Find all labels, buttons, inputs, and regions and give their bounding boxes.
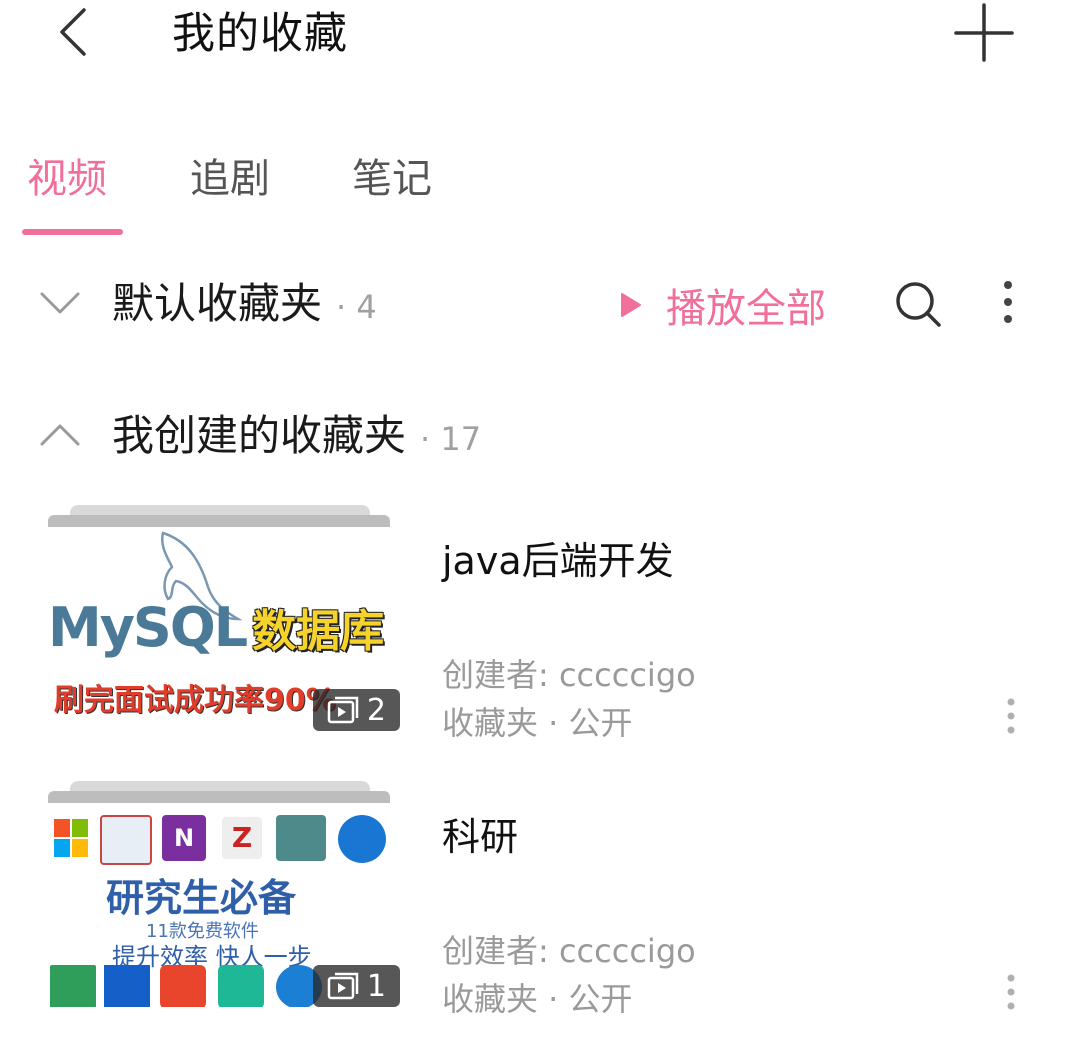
app-icon: [100, 815, 152, 865]
app-icon: [218, 965, 264, 1007]
item-more-button[interactable]: [996, 970, 1026, 1014]
item-more-button[interactable]: [996, 694, 1026, 738]
tab-active-indicator: [22, 229, 123, 235]
video-stack-icon: [327, 696, 359, 724]
plus-icon: [954, 3, 1014, 62]
tab-notes[interactable]: 笔记: [352, 152, 432, 206]
app-icon: [160, 965, 206, 1007]
chevron-down-icon: [40, 292, 80, 314]
more-vertical-icon: [1007, 974, 1015, 1010]
thumb-sub-text: 刷完面试成功率90%: [54, 683, 336, 718]
app-icon: [54, 819, 88, 859]
thumb-main-text: 研究生必备: [106, 876, 297, 920]
page-title: 我的收藏: [172, 9, 348, 59]
app-icon: [338, 815, 386, 863]
app-icon: [50, 965, 96, 1007]
play-all-label: 播放全部: [666, 286, 826, 332]
play-all-button[interactable]: 播放全部: [620, 277, 826, 333]
tab-series[interactable]: 追剧: [190, 152, 270, 206]
play-icon: [621, 293, 641, 317]
folder-item-title[interactable]: 科研: [442, 812, 518, 862]
app-icon: [104, 965, 150, 1007]
search-icon: [896, 282, 941, 327]
app-icon: [276, 815, 326, 861]
default-folder-header[interactable]: 默认收藏夹 · 4: [112, 276, 377, 335]
onenote-icon: N: [162, 815, 206, 861]
add-folder-button[interactable]: [950, 0, 1018, 66]
video-count-badge: 2: [312, 689, 400, 731]
created-folders-toggle[interactable]: [38, 420, 82, 454]
more-vertical-icon: [1007, 698, 1015, 734]
more-vertical-icon: [1004, 281, 1012, 323]
created-folders-header[interactable]: 我创建的收藏夹 · 17: [112, 408, 481, 467]
zotero-icon: Z: [222, 817, 262, 859]
folder-item-title[interactable]: java后端开发: [442, 536, 674, 586]
folder-item-meta: 收藏夹 · 公开: [442, 980, 633, 1018]
video-count: 1: [366, 968, 386, 1004]
video-count-badge: 1: [312, 965, 400, 1007]
folder-item-creator: 创建者: cccccigo: [442, 656, 696, 694]
folder-thumbnail[interactable]: MySQL 数据库 刷完面试成功率90% 2: [48, 505, 400, 731]
folder-thumbnail[interactable]: N Z 研究生必备 11款免费软件 提升效率 快人一步 1: [48, 781, 400, 1007]
thumb-highlight-text: 数据库: [252, 606, 385, 657]
folder-item-creator: 创建者: cccccigo: [442, 932, 696, 970]
default-folder-toggle[interactable]: [38, 288, 82, 322]
default-folder-count: · 4: [336, 288, 377, 326]
tab-videos[interactable]: 视频: [27, 152, 107, 206]
folder-more-button[interactable]: [994, 278, 1022, 330]
created-folders-count: · 17: [420, 420, 482, 458]
created-folders-title: 我创建的收藏夹: [112, 411, 407, 460]
chevron-up-icon: [40, 424, 80, 446]
search-button[interactable]: [892, 278, 944, 334]
default-folder-title: 默认收藏夹: [112, 279, 323, 328]
video-stack-icon: [327, 972, 359, 1000]
video-count: 2: [366, 692, 386, 728]
mysql-brand-text: MySQL: [48, 596, 248, 659]
folder-item-meta: 收藏夹 · 公开: [442, 704, 633, 742]
chevron-left-icon: [60, 8, 86, 56]
back-button[interactable]: [48, 0, 108, 62]
